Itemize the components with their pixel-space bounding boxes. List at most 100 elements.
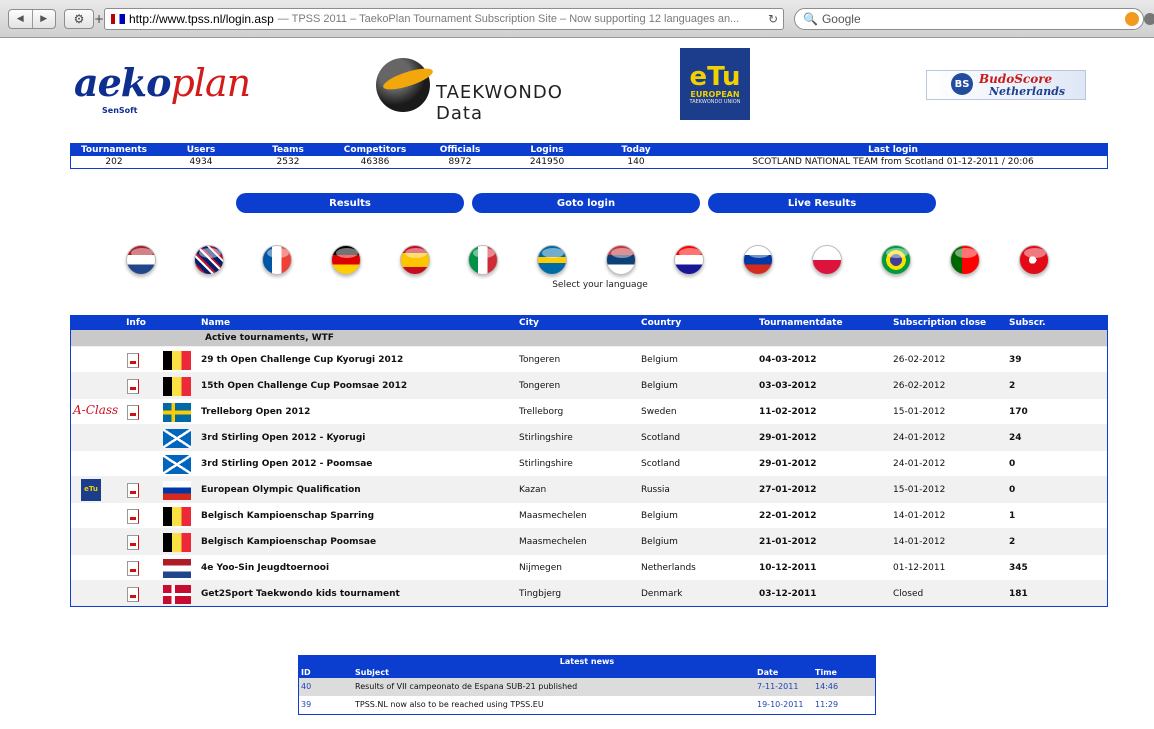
search-go-icon[interactable] [1125,12,1139,26]
flag-croatia-icon[interactable] [674,245,704,275]
gloss-highlight [405,248,427,258]
tournament-name[interactable]: 15th Open Challenge Cup Poomsae 2012 [201,381,519,391]
header-city[interactable]: City [519,316,641,330]
flag-russia-icon[interactable] [743,245,773,275]
etu-logo[interactable]: eTu EUROPEAN TAEKWONDO UNION [680,48,750,120]
url-text[interactable]: http://www.tpss.nl/login.asp [129,12,274,26]
reload-icon[interactable]: ↻ [768,12,778,26]
news-id[interactable]: 39 [299,696,355,714]
flag-poland-icon[interactable] [812,245,842,275]
tournament-name[interactable]: Get2Sport Taekwondo kids tournament [201,589,519,599]
tournament-row[interactable]: 15th Open Challenge Cup Poomsae 2012 Tong… [71,372,1107,398]
tournament-name[interactable]: Trelleborg Open 2012 [201,407,519,417]
tournament-name[interactable]: 29 th Open Challenge Cup Kyorugi 2012 [201,355,519,365]
flag-united-kingdom-icon[interactable] [194,245,224,275]
header-date[interactable]: Tournamentdate [759,316,893,330]
tournament-name[interactable]: European Olympic Qualification [201,485,519,495]
stats-header: Teams [272,145,304,155]
subscription-close: 15-01-2012 [893,406,946,417]
forward-icon[interactable]: ▶ [31,10,56,28]
tournament-row[interactable]: 3rd Stirling Open 2012 - Poomsae Stirling… [71,450,1107,476]
flag-italy-icon[interactable] [468,245,498,275]
tournament-date: 10-12-2011 [759,562,817,573]
pdf-icon[interactable] [127,534,139,550]
tournament-name[interactable]: Belgisch Kampioenschap Sparring [201,511,519,521]
news-id[interactable]: 40 [299,678,355,696]
flag-france-icon[interactable] [262,245,292,275]
tournament-row[interactable]: 4e Yoo-Sin Jeugdtoernooi Nijmegen Netherla… [71,554,1107,580]
flag-brazil-icon[interactable] [881,245,911,275]
pdf-icon[interactable] [127,482,139,498]
news-row[interactable]: 39 TPSS.NL now also to be reached using T… [299,696,875,714]
subscription-close: 14-01-2012 [893,510,946,521]
search-placeholder[interactable]: Google [822,12,861,26]
flag-netherlands-icon[interactable] [126,245,156,275]
pdf-icon[interactable] [127,404,139,420]
news-subject[interactable]: Results of VII campeonato de Espana SUB-… [355,678,757,696]
address-bar[interactable]: http://www.tpss.nl/login.asp — TPSS 2011… [104,8,784,30]
settings-button[interactable]: ⚙ [64,9,94,29]
page-title: — TPSS 2011 – TaekoPlan Tournament Subsc… [277,13,740,25]
tournament-row[interactable]: Belgisch Kampioenschap Sparring Maasmeche… [71,502,1107,528]
flag-sweden-icon[interactable] [537,245,567,275]
flag-germany-icon[interactable] [331,245,361,275]
etu-logo-european: EUROPEAN [690,89,740,99]
tournament-name[interactable]: 3rd Stirling Open 2012 - Poomsae [201,459,519,469]
stats-header: Today [621,145,651,155]
toolbar-overflow-icon[interactable] [1144,13,1154,25]
taekwondo-data-logo[interactable]: TAEKWONDO Data [376,58,576,124]
header-name[interactable]: Name [201,316,519,330]
header-country[interactable]: Country [641,316,759,330]
news-time: 11:29 [815,700,839,709]
gloss-highlight [748,248,770,258]
pdf-icon[interactable] [127,586,139,602]
flag-turkey-icon[interactable] [1019,245,1049,275]
stats-header: Last login [868,145,918,155]
stats-value-row: 202 4934 2532 46386 8972 241950 140 SCOT… [71,156,1107,168]
country-flag-icon [163,480,191,500]
header-subscr[interactable]: Subscr. [1009,316,1107,330]
tournament-country: Belgium [641,510,678,521]
pdf-icon[interactable] [127,378,139,394]
tournament-row[interactable]: Belgisch Kampioenschap Poomsae Maasmechel… [71,528,1107,554]
news-row[interactable]: 40 Results of VII campeonato de Espana SU… [299,678,875,696]
tournament-name[interactable]: 4e Yoo-Sin Jeugdtoernooi [201,563,519,573]
subscription-close: 15-01-2012 [893,484,946,495]
tournament-date: 29-01-2012 [759,432,817,443]
tournament-row[interactable]: 29 th Open Challenge Cup Kyorugi 2012 Ton… [71,346,1107,372]
header-close[interactable]: Subscription close [893,316,1009,330]
budoscore-logo[interactable]: BS BudoScore Netherlands [926,70,1086,100]
flag-serbia-icon[interactable] [606,245,636,275]
plus-icon: + [93,12,105,26]
tournament-row[interactable]: A-Class Trelleborg Open 2012 Trelleborg Swe… [71,398,1107,424]
pdf-icon[interactable] [127,352,139,368]
taekoplan-logo[interactable]: aekoplan SenSoft [74,56,254,128]
flag-portugal-icon[interactable] [950,245,980,275]
news-subject[interactable]: TPSS.NL now also to be reached using TPS… [355,696,757,714]
tournament-country: Denmark [641,588,683,599]
gloss-highlight [473,248,495,258]
stats-header: Tournaments [80,145,147,155]
gloss-highlight [542,248,564,258]
back-forward-group[interactable]: ◀ ▶ [8,9,56,29]
back-icon[interactable]: ◀ [9,10,32,28]
tournament-row[interactable]: eTu European Olympic Qualification Kazan Ru… [71,476,1107,502]
results-button[interactable]: Results [236,193,464,213]
section-active-wtf: Active tournaments, WTF [71,330,1107,346]
subscriber-count: 170 [1009,406,1028,417]
news-date: 19-10-2011 [757,700,804,709]
tournament-row[interactable]: Get2Sport Taekwondo kids tournament Tingb… [71,580,1107,606]
goto-login-button[interactable]: Goto login [472,193,700,213]
subscription-close: 26-02-2012 [893,354,946,365]
flag-spain-icon[interactable] [400,245,430,275]
country-flag-icon [163,584,191,604]
info-cell [71,425,201,451]
tournament-row[interactable]: 3rd Stirling Open 2012 - Kyorugi Stirling… [71,424,1107,450]
pdf-icon[interactable] [127,560,139,576]
tournament-name[interactable]: Belgisch Kampioenschap Poomsae [201,537,519,547]
tournament-city: Maasmechelen [519,510,587,521]
tournament-name[interactable]: 3rd Stirling Open 2012 - Kyorugi [201,433,519,443]
search-field[interactable]: 🔍 Google [794,8,1144,30]
pdf-icon[interactable] [127,508,139,524]
live-results-button[interactable]: Live Results [708,193,936,213]
